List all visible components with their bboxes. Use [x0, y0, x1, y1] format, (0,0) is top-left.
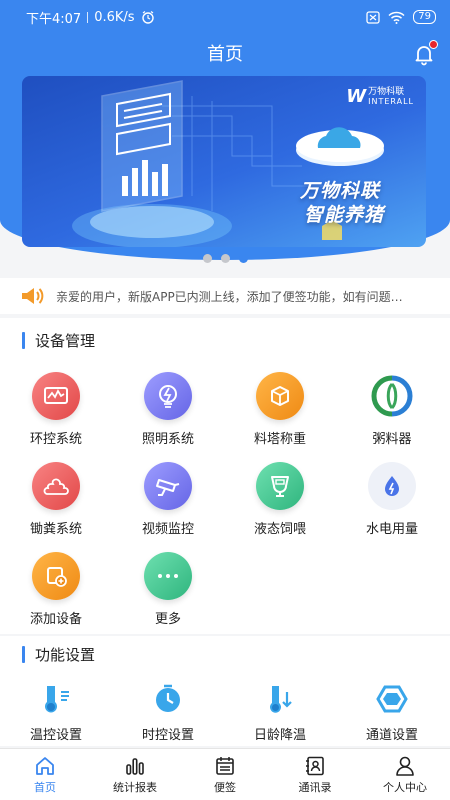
brand-name-cn: 万物科联	[368, 86, 405, 97]
manure-icon	[32, 462, 80, 510]
notice-bar[interactable]: 亲爱的用户，新版APP已内测上线，添加了便签功能，如有问题…	[0, 278, 450, 314]
timer-icon	[148, 682, 188, 716]
age-cooling-icon	[260, 682, 300, 716]
status-bar: 下午4:07 0.6K/s 79	[0, 0, 450, 34]
device-video[interactable]: 视频监控	[112, 462, 224, 537]
tab-statistics[interactable]: 统计报表	[90, 749, 180, 800]
speaker-icon	[22, 288, 44, 304]
section-accent-bar	[22, 332, 25, 349]
status-speed: 0.6K/s	[94, 9, 135, 25]
camera-icon	[144, 462, 192, 510]
device-label: 粥料器	[372, 432, 412, 447]
tab-label: 个人中心	[383, 780, 427, 794]
device-label: 锄粪系统	[29, 522, 82, 537]
bar-chart-icon	[126, 757, 144, 775]
device-label: 液态饲喂	[253, 522, 306, 537]
tab-label: 统计报表	[113, 780, 157, 794]
alarm-icon	[141, 11, 154, 24]
device-management-section: 设备管理 环控系统 照明系统 料塔称重 粥料器 锄粪系统 视频监控 液态饲喂 水…	[0, 318, 450, 634]
function-label: 温控设置	[29, 728, 82, 743]
banner-headline: 万物科联	[300, 180, 381, 202]
add-device-icon	[32, 552, 80, 600]
calendar-icon	[216, 756, 234, 775]
tab-label: 便签	[214, 780, 236, 794]
carousel-indicator	[0, 254, 450, 263]
banner-subheadline: 智能养猪	[304, 204, 385, 226]
function-label: 日龄降温	[253, 728, 306, 743]
banner-carousel[interactable]: W 万物科联 INTERALL 万物科联 智能养猪	[22, 76, 426, 247]
notification-button[interactable]	[412, 40, 438, 66]
tab-label: 首页	[34, 780, 56, 794]
home-icon	[36, 756, 54, 775]
thermo-control-icon	[36, 682, 76, 716]
section-accent-bar	[22, 646, 25, 663]
device-label: 照明系统	[141, 432, 194, 447]
wifi-icon	[388, 11, 405, 24]
tab-label: 通讯录	[298, 780, 332, 794]
contacts-icon	[306, 756, 324, 775]
device-label: 环控系统	[29, 432, 82, 447]
section-title-devices: 设备管理	[22, 330, 95, 351]
device-label: 料塔称重	[253, 432, 306, 447]
more-icon	[144, 552, 192, 600]
device-porridge-feeder[interactable]: 粥料器	[336, 372, 448, 447]
device-manure[interactable]: 锄粪系统	[0, 462, 112, 537]
brand-logo: W 万物科联 INTERALL	[346, 86, 414, 107]
section-title-text: 功能设置	[35, 646, 96, 664]
nav-bar: 首页	[0, 34, 450, 72]
battery-icon: 79	[413, 10, 436, 24]
porridge-feeder-icon	[368, 372, 416, 420]
device-label: 添加设备	[29, 612, 82, 627]
device-label: 视频监控	[141, 522, 194, 537]
env-control-icon	[32, 372, 80, 420]
status-separator	[87, 11, 89, 23]
tab-notes[interactable]: 便签	[180, 749, 270, 800]
function-channel[interactable]: 通道设置	[336, 682, 448, 743]
device-label: 更多	[154, 612, 181, 627]
liquid-feed-icon	[256, 462, 304, 510]
notification-badge	[429, 40, 438, 49]
status-time: 下午4:07	[26, 11, 82, 27]
bottom-tab-bar: 首页 统计报表 便签 通讯录 个人中心	[0, 748, 450, 800]
device-water-electric[interactable]: 水电用量	[336, 462, 448, 537]
device-liquid-feed[interactable]: 液态饲喂	[224, 462, 336, 537]
device-more[interactable]: 更多	[112, 552, 224, 627]
device-feed-tower[interactable]: 料塔称重	[224, 372, 336, 447]
function-settings-section: 功能设置 温控设置 时控设置 日龄降温 通道设置	[0, 636, 450, 746]
device-env-control[interactable]: 环控系统	[0, 372, 112, 447]
section-title-functions: 功能设置	[22, 644, 95, 665]
function-timer[interactable]: 时控设置	[112, 682, 224, 743]
tab-contacts[interactable]: 通讯录	[270, 749, 360, 800]
function-label: 通道设置	[365, 728, 418, 743]
notice-text: 亲爱的用户，新版APP已内测上线，添加了便签功能，如有问题…	[56, 289, 403, 304]
function-label: 时控设置	[141, 728, 194, 743]
function-thermo-control[interactable]: 温控设置	[0, 682, 112, 743]
device-add[interactable]: 添加设备	[0, 552, 112, 627]
feed-tower-icon	[256, 372, 304, 420]
carousel-dot[interactable]	[202, 254, 212, 263]
section-title-text: 设备管理	[35, 332, 96, 350]
channel-icon	[372, 682, 412, 716]
water-electric-icon	[368, 462, 416, 510]
lighting-icon	[144, 372, 192, 420]
brand-name-en: INTERALL	[368, 96, 414, 106]
user-icon	[396, 756, 414, 776]
brand-mark: W	[346, 86, 366, 107]
tab-profile[interactable]: 个人中心	[360, 749, 450, 800]
page-title: 首页	[207, 44, 243, 65]
tab-home[interactable]: 首页	[0, 749, 90, 800]
carousel-dot-active[interactable]	[238, 254, 248, 263]
sim-off-icon	[366, 10, 380, 24]
device-lighting[interactable]: 照明系统	[112, 372, 224, 447]
carousel-dot[interactable]	[220, 254, 230, 263]
function-age-cooling[interactable]: 日龄降温	[224, 682, 336, 743]
device-label: 水电用量	[365, 522, 418, 537]
